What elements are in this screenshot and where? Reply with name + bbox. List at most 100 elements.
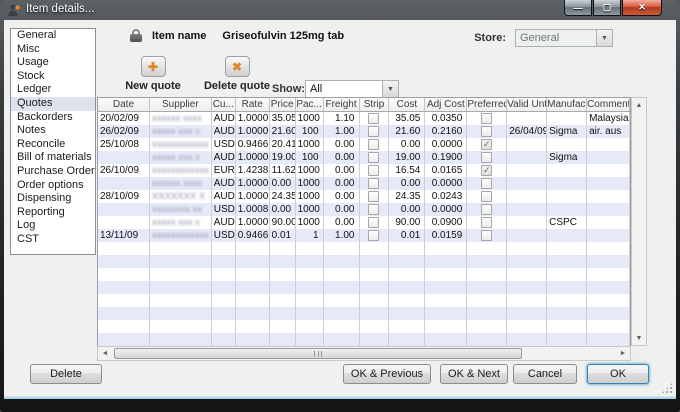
table-row[interactable]: xxxxx xxx xAUD1.000019.001000.0019.000.1… <box>98 151 630 164</box>
sidebar-item-general[interactable]: General <box>11 29 95 43</box>
strip-checkbox[interactable] <box>368 217 379 228</box>
scroll-left-icon[interactable]: ◄ <box>98 347 112 360</box>
scroll-right-icon[interactable]: ► <box>616 347 630 360</box>
cell-strip <box>360 216 390 229</box>
strip-checkbox[interactable] <box>368 191 379 202</box>
sidebar-item-cst[interactable]: CST <box>11 233 95 247</box>
preferred-checkbox[interactable] <box>481 217 492 228</box>
chevron-down-icon[interactable]: ▼ <box>382 81 398 97</box>
resize-grip[interactable] <box>661 382 673 394</box>
sidebar-item-misc[interactable]: Misc <box>11 43 95 57</box>
sidebar-item-bill-of-materials[interactable]: Bill of materials <box>11 151 95 165</box>
preferred-checkbox[interactable] <box>481 152 492 163</box>
cancel-button[interactable]: Cancel <box>513 364 577 384</box>
cell-date <box>98 294 150 307</box>
sidebar-item-stock[interactable]: Stock <box>11 70 95 84</box>
column-header-cost[interactable]: Cost <box>389 98 425 111</box>
column-header-rate[interactable]: Rate <box>236 98 270 111</box>
cell-price <box>270 307 296 320</box>
sidebar-item-ledger[interactable]: Ledger <box>11 83 95 97</box>
sidebar-item-order-options[interactable]: Order options <box>11 179 95 193</box>
maximize-button[interactable]: ▢ <box>593 0 621 16</box>
table-row[interactable]: xxxxxxxx xxUSD1.00080.0010000.000.000.00… <box>98 203 630 216</box>
column-header-pack[interactable]: Pac... <box>296 98 324 111</box>
column-header-currency[interactable]: Cu... <box>212 98 236 111</box>
scrollbar-thumb[interactable] <box>114 348 522 359</box>
preferred-checkbox[interactable] <box>481 204 492 215</box>
sidebar-item-purchase-orders[interactable]: Purchase Orders <box>11 165 95 179</box>
table-row[interactable]: 13/11/09xxxxxxxxxxxxUSD0.94660.0111.000.… <box>98 229 630 242</box>
preferred-checkbox[interactable] <box>481 126 492 137</box>
column-header-preferred[interactable]: Preferred <box>467 98 507 111</box>
preferred-checkbox[interactable]: ✓ <box>481 139 492 150</box>
column-header-valid_until[interactable]: Valid Until <box>507 98 547 111</box>
show-filter-select[interactable]: All ▼ <box>305 80 399 98</box>
table-row[interactable]: xxxxx xxx xAUD1.000090.0010000.0090.000.… <box>98 216 630 229</box>
column-header-comment[interactable]: Comment <box>587 98 630 111</box>
cell-adj_cost: 0.0159 <box>425 229 467 242</box>
sidebar-item-dispensing[interactable]: Dispensing <box>11 192 95 206</box>
column-header-freight[interactable]: Freight <box>324 98 360 111</box>
cell-comment <box>587 190 630 203</box>
window-title: Item details... <box>26 3 94 15</box>
preferred-checkbox[interactable] <box>481 178 492 189</box>
close-button[interactable]: ✕ <box>622 0 662 16</box>
cell-adj_cost <box>425 281 467 294</box>
table-row[interactable]: 25/10/08xxxxxxxxxxxxUSD0.946620.4110000.… <box>98 138 630 151</box>
strip-checkbox[interactable] <box>368 139 379 150</box>
delete-quote-button[interactable]: ✖ Delete quote <box>196 56 278 92</box>
scroll-down-icon[interactable]: ▼ <box>632 331 646 345</box>
preferred-checkbox[interactable] <box>481 113 492 124</box>
cell-freight: 0.00 <box>324 151 360 164</box>
title-bar[interactable]: Item details... — ▢ ✕ <box>0 0 680 20</box>
chevron-down-icon[interactable]: ▼ <box>596 30 612 46</box>
ok-button[interactable]: OK <box>587 364 649 384</box>
scroll-up-icon[interactable]: ▲ <box>632 98 646 112</box>
table-row[interactable]: 26/10/09xxxxxxxxxxxxEUR1.423811.6210000.… <box>98 164 630 177</box>
sidebar-item-reconcile[interactable]: Reconcile <box>11 138 95 152</box>
minimize-button[interactable]: — <box>564 0 592 16</box>
strip-checkbox[interactable] <box>368 230 379 241</box>
preferred-checkbox[interactable] <box>481 191 492 202</box>
sidebar-item-backorders[interactable]: Backorders <box>11 111 95 125</box>
strip-checkbox[interactable] <box>368 152 379 163</box>
column-header-price[interactable]: Price <box>270 98 296 111</box>
sidebar-item-quotes[interactable]: Quotes <box>11 97 95 111</box>
column-header-date[interactable]: Date <box>98 98 150 111</box>
store-select[interactable]: General ▼ <box>515 29 613 47</box>
table-row[interactable]: 26/02/09xxxxx xxx xAUD1.000021.601001.00… <box>98 125 630 138</box>
sidebar-item-log[interactable]: Log <box>11 219 95 233</box>
cell-cost: 0.00 <box>389 203 425 216</box>
column-header-supplier[interactable]: Supplier <box>150 98 212 111</box>
sidebar-item-usage[interactable]: Usage <box>11 56 95 70</box>
table-row[interactable]: xxxxxx xxxxAUD1.00000.0010000.000.000.00… <box>98 177 630 190</box>
horizontal-scrollbar[interactable]: ◄ ► <box>97 346 631 361</box>
preferred-checkbox[interactable] <box>481 230 492 241</box>
delete-button[interactable]: Delete <box>30 364 102 384</box>
strip-checkbox[interactable] <box>368 178 379 189</box>
table-row[interactable]: 20/02/09xxxxxx xxxxAUD1.000035.0510001.1… <box>98 112 630 125</box>
sidebar-item-reporting[interactable]: Reporting <box>11 206 95 220</box>
ok-next-button[interactable]: OK & Next <box>440 364 508 384</box>
cell-date: 25/10/08 <box>98 138 150 151</box>
cell-cost: 21.60 <box>389 125 425 138</box>
strip-checkbox[interactable] <box>368 165 379 176</box>
vertical-scrollbar[interactable]: ▲ ▼ <box>631 97 647 346</box>
column-header-adj_cost[interactable]: Adj Cost <box>425 98 467 111</box>
cell-rate <box>236 320 270 333</box>
preferred-checkbox[interactable]: ✓ <box>481 165 492 176</box>
cell-preferred: ✓ <box>467 138 507 151</box>
new-quote-button[interactable]: ✚ New quote <box>112 56 194 92</box>
strip-checkbox[interactable] <box>368 126 379 137</box>
cell-freight <box>324 242 360 255</box>
cell-currency <box>212 320 236 333</box>
strip-checkbox[interactable] <box>368 113 379 124</box>
table-row[interactable]: 28/10/09XXXXXXX XAUD1.000024.3510000.002… <box>98 190 630 203</box>
column-header-strip[interactable]: Strip <box>360 98 390 111</box>
ok-previous-button[interactable]: OK & Previous <box>343 364 431 384</box>
close-icon: ✕ <box>638 2 646 13</box>
strip-checkbox[interactable] <box>368 204 379 215</box>
cell-valid_until <box>507 203 547 216</box>
sidebar-item-notes[interactable]: Notes <box>11 124 95 138</box>
column-header-manufacturer[interactable]: Manufact... <box>547 98 587 111</box>
